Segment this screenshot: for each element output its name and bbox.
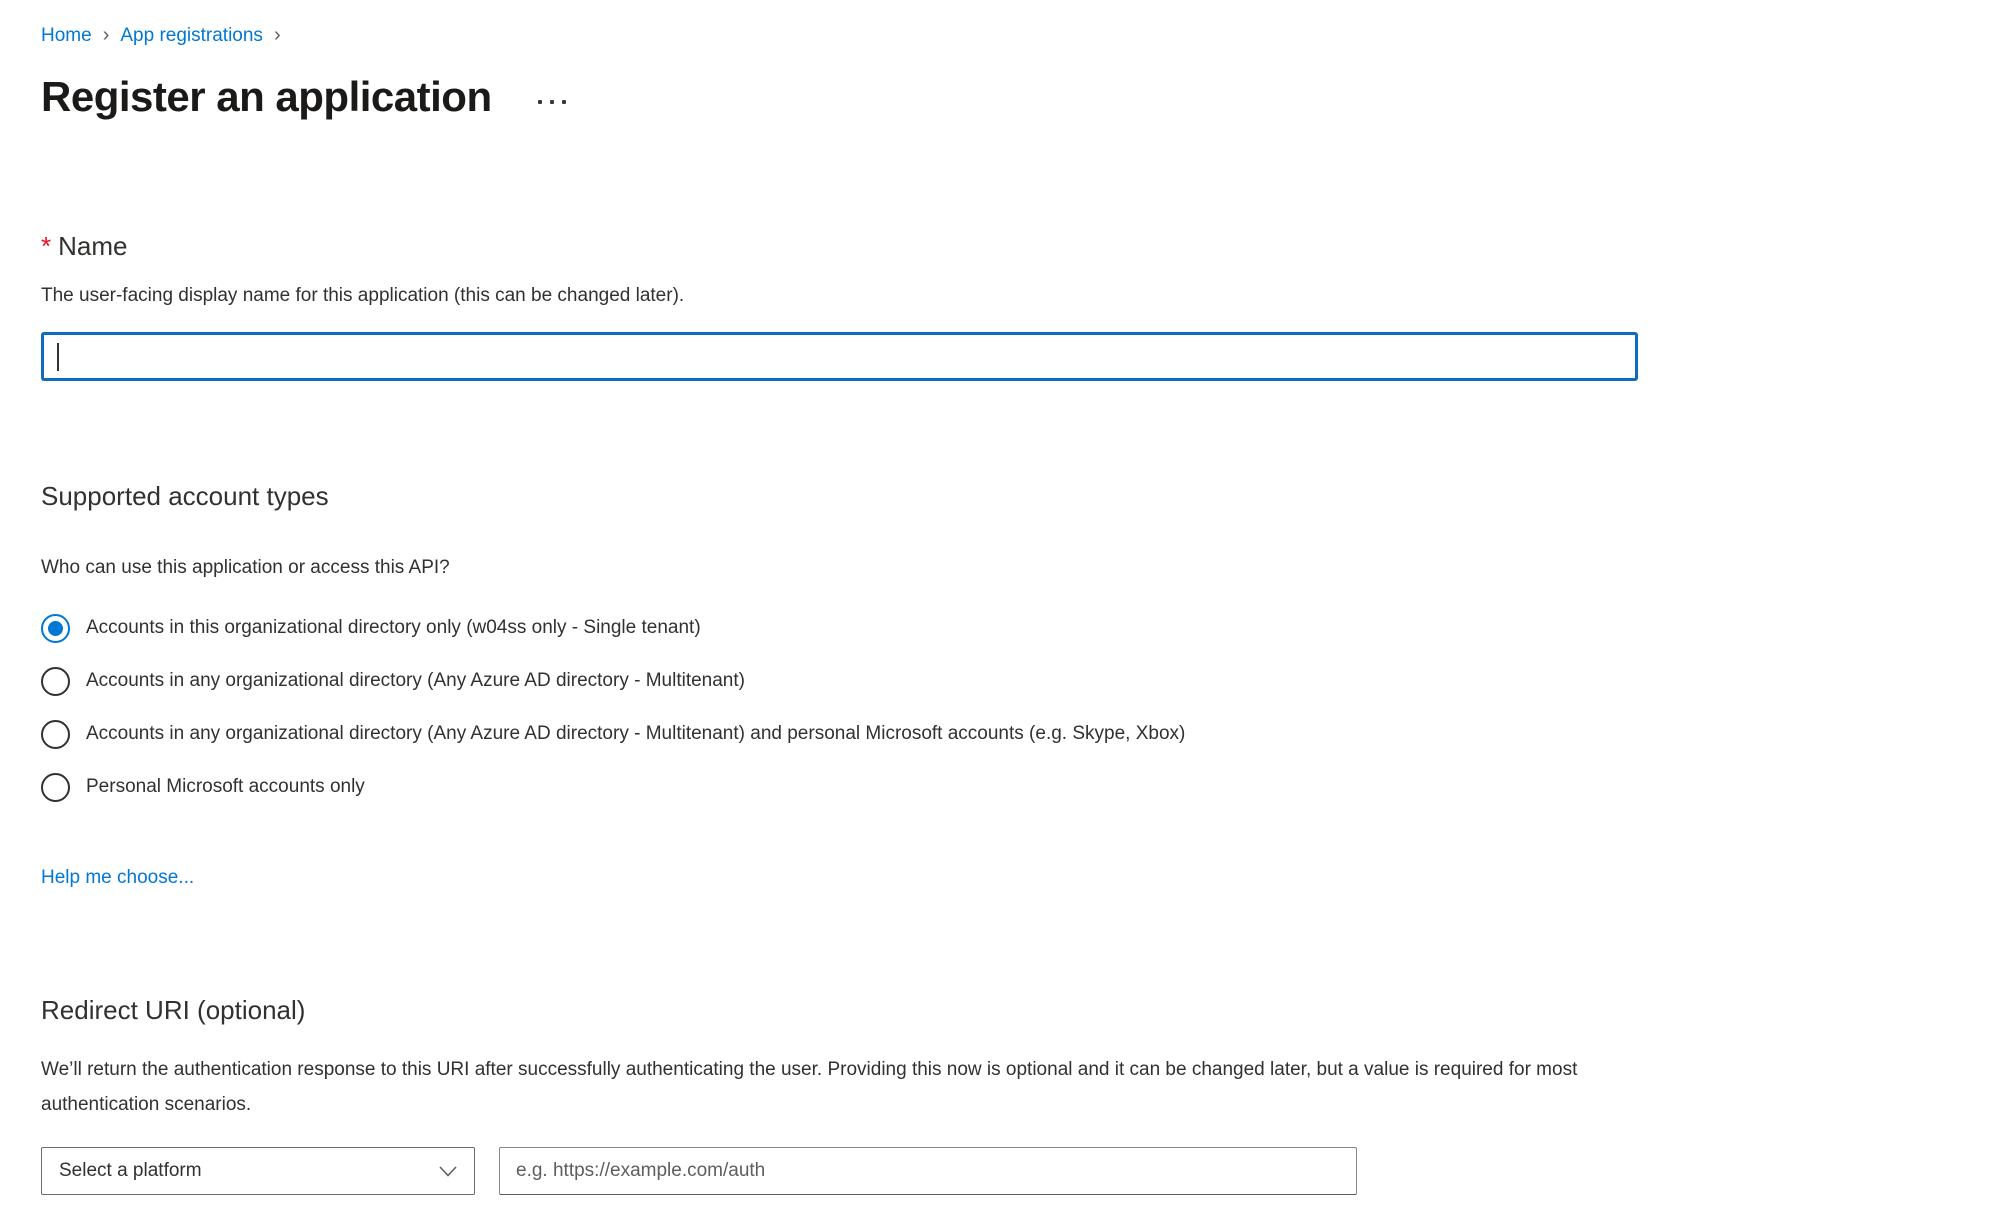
radio-option-multitenant-personal[interactable]: Accounts in any organizational directory… <box>41 714 2006 754</box>
text-cursor <box>57 343 59 371</box>
redirect-uri-description: We’ll return the authentication response… <box>41 1052 1671 1122</box>
breadcrumb: Home › App registrations › <box>41 24 2006 47</box>
page-title: Register an application <box>41 73 492 121</box>
breadcrumb-chevron-icon: › <box>103 24 110 47</box>
radio-option-label: Accounts in any organizational directory… <box>86 670 745 692</box>
account-types-question: Who can use this application or access t… <box>41 557 2006 579</box>
required-asterisk: * <box>41 231 51 261</box>
radio-button-icon <box>41 614 70 643</box>
radio-option-personal-only[interactable]: Personal Microsoft accounts only <box>41 767 2006 807</box>
redirect-uri-heading: Redirect URI (optional) <box>41 995 2006 1026</box>
radio-option-label: Accounts in this organizational director… <box>86 617 701 639</box>
radio-button-icon <box>41 667 70 696</box>
radio-option-label: Accounts in any organizational directory… <box>86 723 1185 745</box>
radio-option-multitenant[interactable]: Accounts in any organizational directory… <box>41 661 2006 701</box>
account-type-radio-group: Accounts in this organizational director… <box>41 608 2006 807</box>
supported-account-types-heading: Supported account types <box>41 481 2006 512</box>
breadcrumb-app-registrations-link[interactable]: App registrations <box>120 25 263 47</box>
breadcrumb-chevron-icon: › <box>274 24 281 47</box>
radio-option-single-tenant[interactable]: Accounts in this organizational director… <box>41 608 2006 648</box>
name-label-text: Name <box>58 231 127 261</box>
help-me-choose-link[interactable]: Help me choose... <box>41 867 194 889</box>
redirect-uri-input[interactable] <box>499 1147 1357 1195</box>
register-application-page: Home › App registrations › Register an a… <box>0 0 2006 1195</box>
name-field-description: The user-facing display name for this ap… <box>41 285 2006 307</box>
platform-select-dropdown[interactable]: Select a platform <box>41 1147 475 1195</box>
radio-option-label: Personal Microsoft accounts only <box>86 776 365 798</box>
more-options-ellipsis-icon[interactable] <box>538 100 566 104</box>
platform-select-value: Select a platform <box>59 1160 202 1182</box>
radio-button-icon <box>41 720 70 749</box>
radio-button-icon <box>41 773 70 802</box>
name-field-label: *Name <box>41 231 2006 262</box>
title-row: Register an application <box>41 73 2006 121</box>
breadcrumb-home-link[interactable]: Home <box>41 25 92 47</box>
chevron-down-icon <box>439 1166 457 1177</box>
name-input[interactable] <box>41 332 1638 381</box>
redirect-uri-controls: Select a platform <box>41 1147 2006 1195</box>
